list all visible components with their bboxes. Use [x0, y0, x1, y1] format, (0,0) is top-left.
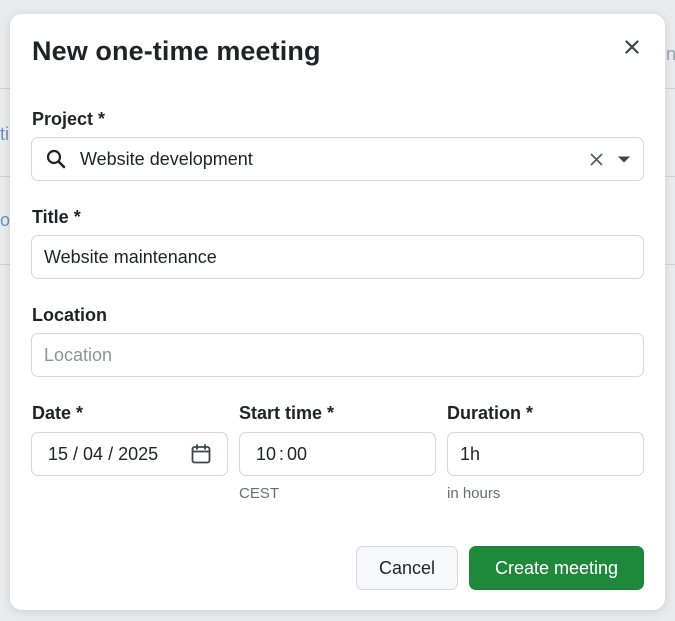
- background-text: ti: [0, 124, 9, 144]
- start-time-label: Start time *: [239, 403, 334, 424]
- close-button[interactable]: [619, 34, 645, 60]
- start-time-hour[interactable]: 10: [256, 444, 276, 465]
- required-mark: *: [327, 403, 335, 423]
- timezone-hint: CEST: [239, 485, 280, 502]
- project-select-value: Website development: [80, 148, 253, 169]
- start-time-input[interactable]: 10 : 00: [239, 432, 436, 476]
- start-time-label-text: Start time: [239, 403, 323, 423]
- required-mark: *: [98, 109, 106, 129]
- clear-icon[interactable]: [590, 153, 603, 166]
- date-month[interactable]: 04: [83, 444, 103, 465]
- project-select-controls: [590, 138, 631, 180]
- date-label: Date *: [32, 403, 83, 424]
- project-label: Project *: [32, 109, 105, 130]
- dialog-title: New one-time meeting: [32, 36, 321, 66]
- date-day[interactable]: 15: [48, 444, 68, 465]
- dropdown-caret-icon[interactable]: [617, 155, 631, 164]
- time-separator: :: [279, 443, 285, 464]
- title-label-text: Title: [32, 207, 69, 227]
- required-mark: *: [73, 207, 81, 227]
- date-separator: /: [73, 443, 79, 464]
- date-year[interactable]: 2025: [118, 444, 158, 465]
- meeting-dialog: New one-time meeting Project * Website d…: [10, 14, 665, 610]
- close-icon: [625, 40, 639, 54]
- duration-input-value: 1h: [460, 443, 481, 464]
- duration-label-text: Duration: [447, 403, 521, 423]
- required-mark: *: [526, 403, 534, 423]
- cancel-button[interactable]: Cancel: [356, 546, 458, 590]
- date-separator: /: [108, 443, 114, 464]
- project-label-text: Project: [32, 109, 94, 129]
- title-label: Title *: [32, 207, 81, 228]
- project-select[interactable]: Website development: [31, 137, 644, 181]
- duration-label: Duration *: [447, 403, 533, 424]
- title-input[interactable]: Website maintenance: [31, 235, 644, 279]
- required-mark: *: [76, 403, 84, 423]
- background-text: n: [666, 44, 675, 64]
- location-input[interactable]: Location: [31, 333, 644, 377]
- search-icon: [46, 149, 66, 169]
- title-input-value: Website maintenance: [44, 246, 217, 267]
- create-meeting-button[interactable]: Create meeting: [469, 546, 644, 590]
- duration-input[interactable]: 1h: [447, 432, 644, 476]
- date-label-text: Date: [32, 403, 72, 423]
- start-time-minute[interactable]: 00: [287, 444, 307, 465]
- duration-hint: in hours: [447, 485, 501, 502]
- calendar-icon[interactable]: [191, 444, 211, 464]
- location-label-text: Location: [32, 305, 107, 325]
- location-label: Location: [32, 305, 107, 326]
- location-input-placeholder: Location: [44, 344, 113, 365]
- date-input[interactable]: 15 / 04 / 2025: [31, 432, 228, 476]
